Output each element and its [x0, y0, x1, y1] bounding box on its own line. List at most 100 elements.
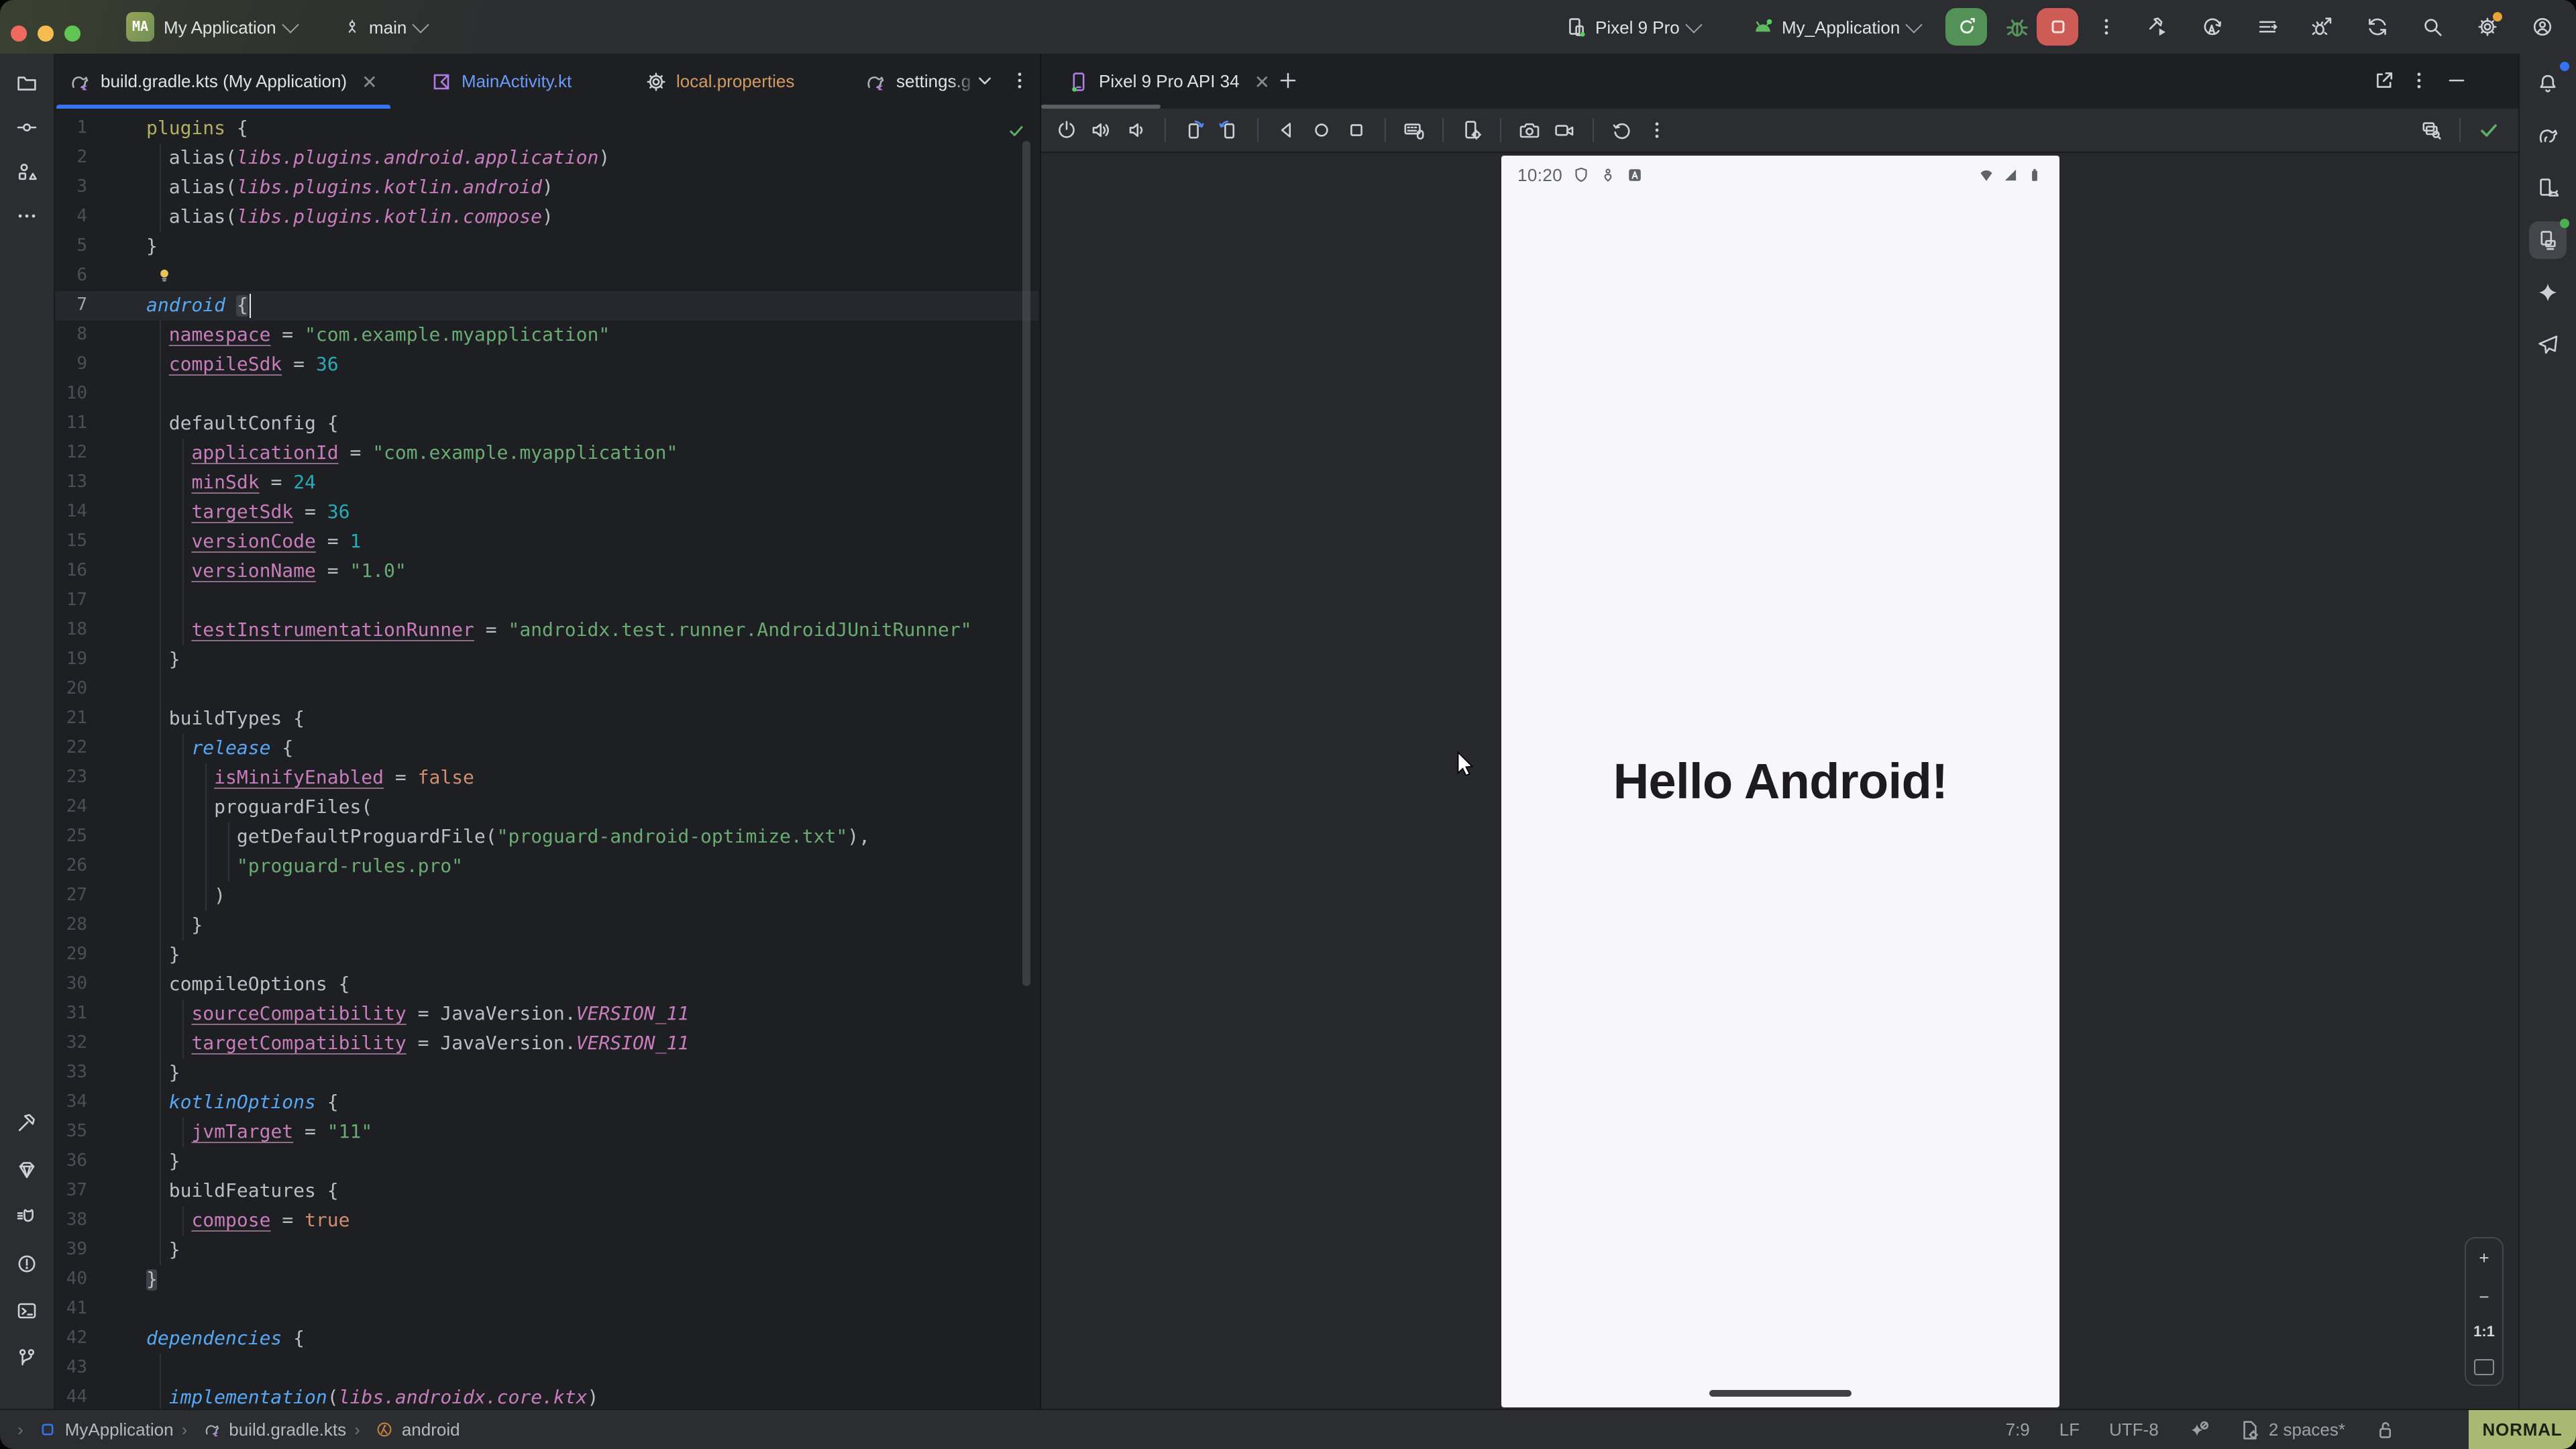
- intention-bulb-icon[interactable]: [156, 267, 173, 284]
- crumb-project[interactable]: MyApplication: [17, 1419, 174, 1440]
- line-number[interactable]: 18: [55, 616, 87, 645]
- run-more-button[interactable]: [2085, 8, 2127, 46]
- line-number[interactable]: 42: [55, 1324, 87, 1354]
- editor-scrollbar[interactable]: [1022, 141, 1030, 986]
- line-number[interactable]: 17: [55, 586, 87, 616]
- rerun-button[interactable]: [1945, 8, 1987, 46]
- file-encoding[interactable]: UTF-8: [2109, 1419, 2159, 1440]
- line-number[interactable]: 21: [55, 704, 87, 734]
- debug-button[interactable]: [1996, 8, 2038, 46]
- build-icon[interactable]: [8, 1104, 46, 1142]
- line-number[interactable]: 23: [55, 763, 87, 793]
- line-number[interactable]: 27: [55, 881, 87, 911]
- device-settings-button[interactable]: [1461, 119, 1483, 141]
- line-number[interactable]: 34: [55, 1088, 87, 1118]
- line-number[interactable]: 39: [55, 1236, 87, 1265]
- volume-down-button[interactable]: [1126, 119, 1147, 141]
- fit-to-window-button[interactable]: [2474, 1359, 2494, 1375]
- search-everywhere-icon[interactable]: [2420, 15, 2445, 39]
- new-device-tab-button[interactable]: [1277, 70, 1299, 91]
- line-number[interactable]: 22: [55, 734, 87, 763]
- settings-icon[interactable]: [2475, 15, 2500, 39]
- gesture-nav-handle[interactable]: [1709, 1390, 1851, 1396]
- code-editor[interactable]: 1plugins {2 alias(libs.plugins.android.a…: [55, 109, 1038, 1409]
- commit-icon[interactable]: [8, 109, 46, 146]
- screenshot-button[interactable]: [1519, 119, 1540, 141]
- app-insights-plane-icon[interactable]: [2529, 326, 2567, 364]
- tab-options-button[interactable]: [1009, 70, 1030, 91]
- tab-build-gradle[interactable]: build.gradle.kts (My Application) ✕: [56, 54, 391, 109]
- terminal-icon[interactable]: [8, 1292, 46, 1330]
- emulator-more-button[interactable]: [1646, 119, 1668, 141]
- screen-record-button[interactable]: [1554, 119, 1575, 141]
- line-separator[interactable]: LF: [2059, 1419, 2080, 1440]
- line-number[interactable]: 8: [55, 321, 87, 350]
- line-number[interactable]: 4: [55, 203, 87, 232]
- version-control-icon[interactable]: [8, 1339, 46, 1377]
- home-button[interactable]: [1311, 119, 1332, 141]
- line-number[interactable]: 25: [55, 822, 87, 852]
- line-number[interactable]: 35: [55, 1118, 87, 1147]
- tab-pixel-device[interactable]: Pixel 9 Pro API 34 ✕: [1055, 54, 1283, 109]
- overview-button[interactable]: [1346, 119, 1367, 141]
- gemini-icon[interactable]: [2529, 274, 2567, 311]
- line-number[interactable]: 38: [55, 1206, 87, 1236]
- problems-icon[interactable]: [8, 1245, 46, 1283]
- panel-options-button[interactable]: [2408, 70, 2430, 91]
- line-number[interactable]: 31: [55, 1000, 87, 1029]
- macos-minimize-button[interactable]: [38, 25, 54, 42]
- line-number[interactable]: 32: [55, 1029, 87, 1059]
- line-number[interactable]: 28: [55, 911, 87, 941]
- close-icon[interactable]: ✕: [1254, 72, 1270, 91]
- profiler-icon[interactable]: [2145, 15, 2169, 39]
- run-config-selector[interactable]: My_Application: [1752, 0, 1920, 54]
- crumb-file[interactable]: build.gradle.kts: [182, 1419, 347, 1440]
- hide-panel-button[interactable]: [2446, 70, 2467, 91]
- macos-close-button[interactable]: [11, 25, 27, 42]
- line-number[interactable]: 12: [55, 439, 87, 468]
- branch-menu[interactable]: main: [343, 0, 427, 54]
- zoom-1-1-button[interactable]: 1:1: [2473, 1325, 2495, 1341]
- device-selector[interactable]: Pixel 9 Pro: [1566, 0, 1700, 54]
- volume-up-button[interactable]: [1091, 119, 1112, 141]
- line-number[interactable]: 6: [55, 262, 87, 291]
- line-number[interactable]: 16: [55, 557, 87, 586]
- device-manager-icon[interactable]: [2529, 169, 2567, 207]
- tab-settings-gradle[interactable]: settings.g: [852, 54, 984, 109]
- line-number[interactable]: 15: [55, 527, 87, 557]
- running-devices-icon[interactable]: [2529, 221, 2567, 259]
- line-number[interactable]: 1: [55, 114, 87, 144]
- line-number[interactable]: 26: [55, 852, 87, 881]
- line-number[interactable]: 14: [55, 498, 87, 527]
- line-number[interactable]: 20: [55, 675, 87, 704]
- line-number[interactable]: 9: [55, 350, 87, 380]
- tab-strip-scrollbar[interactable]: [1041, 104, 1161, 109]
- power-button[interactable]: [1056, 119, 1077, 141]
- logcat-icon[interactable]: [8, 1198, 46, 1236]
- stop-button[interactable]: [2037, 8, 2078, 46]
- hidden-tabs-button[interactable]: [974, 70, 996, 91]
- line-number[interactable]: 19: [55, 645, 87, 675]
- snapshot-reset-button[interactable]: [1611, 119, 1633, 141]
- rotate-right-button[interactable]: [1218, 119, 1240, 141]
- attach-debugger-icon[interactable]: [2310, 15, 2334, 39]
- inspections-ok-icon[interactable]: [1008, 122, 1025, 140]
- gradle-tool-icon[interactable]: [2529, 117, 2567, 154]
- structure-icon[interactable]: [8, 153, 46, 191]
- line-number[interactable]: 44: [55, 1383, 87, 1409]
- line-number[interactable]: 13: [55, 468, 87, 498]
- back-button[interactable]: [1276, 119, 1297, 141]
- line-number[interactable]: 41: [55, 1295, 87, 1324]
- line-number[interactable]: 3: [55, 173, 87, 203]
- tab-mainactivity[interactable]: MainActivity.kt: [417, 54, 585, 109]
- macos-zoom-button[interactable]: [64, 25, 80, 42]
- line-number[interactable]: 29: [55, 941, 87, 970]
- line-number[interactable]: 33: [55, 1059, 87, 1088]
- hardware-input-button[interactable]: [1403, 119, 1425, 141]
- ai-assist-off-icon[interactable]: [2188, 1419, 2210, 1440]
- zoom-out-button[interactable]: −: [2479, 1286, 2489, 1306]
- line-number[interactable]: 10: [55, 380, 87, 409]
- project-icon[interactable]: [8, 64, 46, 102]
- open-in-window-button[interactable]: [2373, 70, 2395, 91]
- line-number[interactable]: 5: [55, 232, 87, 262]
